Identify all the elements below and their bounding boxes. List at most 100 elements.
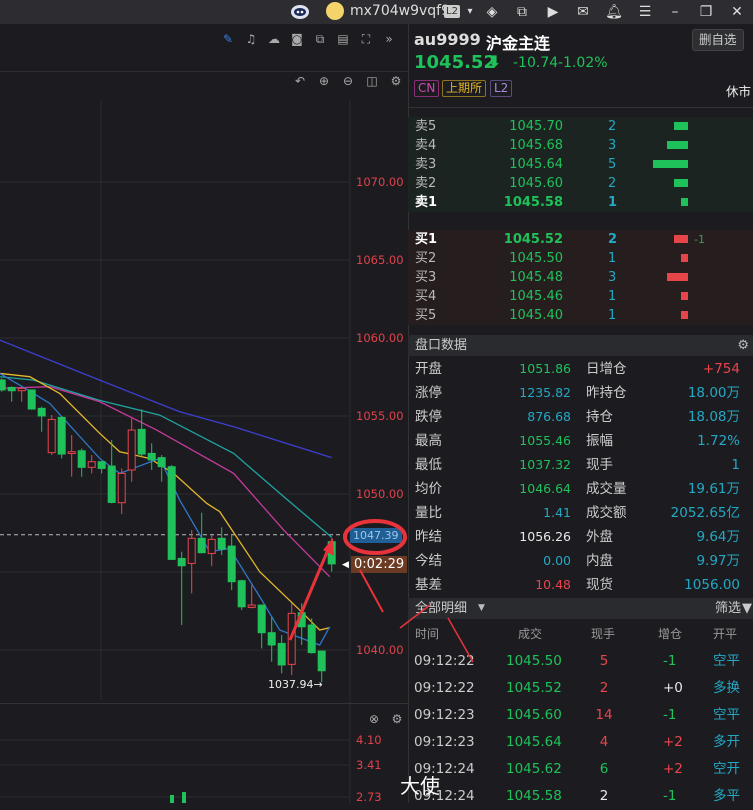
stats-row: 最高 1055.46 振幅 1.72% [408,429,753,453]
level-price[interactable]: 1045.60 [509,174,563,193]
bid-row[interactable]: 买3 1045.48 3 [408,268,753,287]
ask-row[interactable]: 卖4 1045.68 3 [408,136,753,155]
trade-oi-change: -1 [663,788,677,804]
level-label: 卖5 [415,119,437,134]
filter-button[interactable]: 筛选 [715,598,741,619]
low-price-marker: 1037.94→ [268,678,323,691]
candle [167,464,176,560]
level-volume: 2 [608,176,617,191]
stat-value: 18.00万 [687,385,740,401]
level-price[interactable]: 1045.50 [509,249,563,268]
trade-row: 09:12:24 1045.58 2 -1 多平 [408,783,753,810]
exchange-badge: 上期所 [442,80,487,97]
depth-bar [681,311,688,319]
funnel-icon[interactable]: ▼ [742,598,752,619]
layers-icon[interactable]: ◈ [482,2,502,22]
trade-row: 09:12:24 1045.62 6 +2 空开 [408,756,753,783]
stat-value: 1235.82 [519,385,571,400]
trade-type: 多开 [713,734,740,750]
bid-row[interactable]: 买2 1045.50 1 [408,249,753,268]
candlestick-chart[interactable] [0,0,408,803]
level-price[interactable]: 1045.68 [509,136,563,155]
level-price[interactable]: 1045.52 [504,230,563,249]
window-arrow-icon[interactable]: ⧉ [512,2,532,22]
stat-label: 开盘 [415,361,442,377]
level-price[interactable]: 1045.58 [504,193,563,212]
stat-value: 1056.00 [684,577,740,593]
close-icon[interactable]: ✕ [727,2,747,22]
candle-body [77,450,86,468]
candle-body [197,537,206,554]
trade-oi-change: -1 [663,707,677,723]
minimize-icon[interactable]: – [665,2,685,22]
candle-body [297,612,306,628]
bid-row[interactable]: 买1 1045.52 2 -1 [408,230,753,249]
moving-average-line [0,372,331,646]
candle-body [0,379,6,391]
stat-value: 1046.64 [519,481,571,496]
stats-row: 最低 1037.32 现手 1 [408,453,753,477]
y-axis-label: 1060.00 [356,331,404,345]
sub-axis-label: 2.73 [356,790,382,804]
trades-filter-dropdown[interactable]: 全部明细 [415,598,467,619]
level-price[interactable]: 1045.48 [509,268,563,287]
candle-body [287,612,296,665]
sub-chart-divider [0,703,408,704]
ask-row[interactable]: 卖2 1045.60 2 [408,174,753,193]
symbol-name: 沪金主连 [486,34,551,53]
stats-header: 盘口数据 ⚙ [408,335,753,356]
candle-body [87,461,96,468]
candle-body [277,642,286,666]
restore-icon[interactable]: ❐ [696,2,716,22]
remove-watchlist-button[interactable]: 删自选 [692,29,744,51]
stat-label: 成交量 [586,481,627,497]
candle-body [307,624,316,654]
bid-row[interactable]: 买5 1045.40 1 [408,306,753,325]
bid-row[interactable]: 买4 1045.46 1 [408,287,753,306]
level-price[interactable]: 1045.40 [509,306,563,325]
ask-row[interactable]: 卖5 1045.70 2 [408,117,753,136]
level-price[interactable]: 1045.46 [509,287,563,306]
candle [77,448,86,477]
stat-value: 0.00 [543,553,571,568]
trade-price: 1045.60 [506,707,562,723]
candle [217,527,226,555]
level-price[interactable]: 1045.70 [509,117,563,136]
stat-value: 1 [731,457,740,473]
video-icon[interactable]: ▶ [543,2,563,22]
stat-label: 昨持仓 [586,385,627,401]
stats-row: 今结 0.00 内盘 9.97万 [408,549,753,573]
list-menu-icon[interactable]: ☰ [635,2,655,22]
subchart-settings-icon[interactable]: ⚙ [389,711,405,727]
stat-value: 2052.65亿 [670,505,740,521]
level-price[interactable]: 1045.64 [509,155,563,174]
level-volume: 1 [608,308,617,323]
stats-title: 盘口数据 [415,338,468,353]
stats-row: 基差 10.48 现货 1056.00 [408,573,753,597]
chevron-down-icon[interactable]: ▾ [460,2,480,22]
ask-row[interactable]: 卖3 1045.64 5 [408,155,753,174]
trade-row: 09:12:22 1045.50 5 -1 空平 [408,648,753,675]
moving-average-line [0,376,333,538]
stat-label: 现货 [586,577,613,593]
candle [47,415,56,455]
candle [267,616,276,662]
price-change: -10.74 [513,55,559,71]
candle-body [327,541,336,565]
candle [187,530,196,594]
ask-row[interactable]: 卖1 1045.58 1 [408,193,753,212]
close-subchart-icon[interactable]: ⊗ [366,711,382,727]
candle-body [207,538,216,554]
stats-settings-icon[interactable]: ⚙ [737,335,749,356]
level-volume: 5 [608,157,617,172]
down-arrow-icon: ⬇ [488,52,502,71]
mail-icon[interactable]: ✉ [573,2,593,22]
chevron-down-icon[interactable]: ▼ [478,598,485,619]
candle [287,603,296,676]
stat-value: 18.08万 [687,409,740,425]
level-delta: -1 [694,233,705,246]
bell-icon[interactable]: 🔔︎ [604,2,624,22]
volume-bar [182,792,186,803]
column-header: 成交 [518,627,543,641]
candle [0,378,6,392]
